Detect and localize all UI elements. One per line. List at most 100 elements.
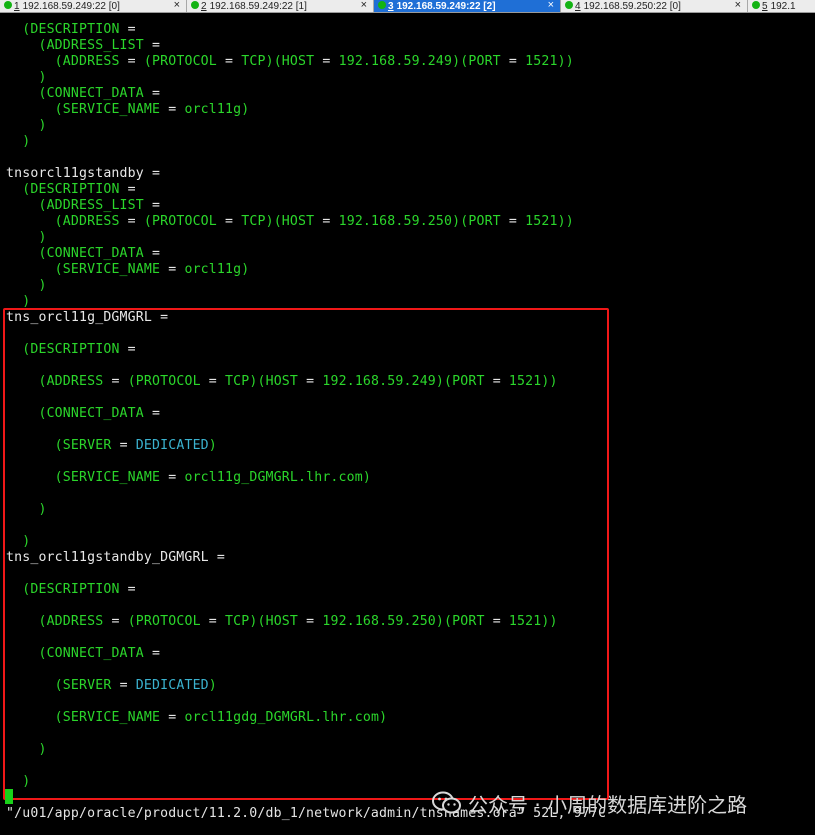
connected-status-icon bbox=[4, 1, 12, 9]
terminal-token: ) bbox=[38, 118, 47, 133]
terminal-line: (ADDRESS = (PROTOCOL = TCP)(HOST = 192.1… bbox=[6, 54, 574, 70]
close-icon[interactable]: × bbox=[361, 0, 367, 11]
tab-number: 1 bbox=[14, 0, 20, 12]
terminal-token: = bbox=[143, 86, 161, 101]
terminal-token: (PROTOCOL bbox=[127, 374, 201, 389]
terminal-line: (CONNECT_DATA = bbox=[6, 406, 160, 422]
connected-status-icon bbox=[378, 1, 386, 9]
connected-status-icon bbox=[191, 1, 199, 9]
terminal-line: (CONNECT_DATA = bbox=[6, 646, 160, 662]
terminal-line: tnsorcl11gstandby = bbox=[6, 166, 160, 182]
terminal-token: (SERVICE_NAME bbox=[54, 262, 161, 277]
terminal-token: ) bbox=[38, 278, 47, 293]
watermark-text: 公众号 · 小周的数据库进阶之路 bbox=[468, 792, 748, 817]
terminal-token: = bbox=[500, 214, 526, 229]
terminal-token: = bbox=[200, 614, 226, 629]
terminal-token: = bbox=[216, 54, 242, 69]
tab-host: 192.168.59.250:22 [0] bbox=[583, 0, 681, 12]
terminal-token: tns_orcl11gstandby_DGMGRL = bbox=[6, 550, 225, 565]
terminal-line: ) bbox=[6, 502, 47, 518]
terminal-token: ) bbox=[22, 134, 31, 149]
terminal-token: = bbox=[160, 102, 185, 117]
terminal-line: (DESCRIPTION = bbox=[6, 182, 136, 198]
tab-number: 3 bbox=[388, 0, 394, 12]
terminal-token: (SERVER bbox=[54, 678, 112, 693]
terminal-text-area[interactable]: (DESCRIPTION = (ADDRESS_LIST = (ADDRESS … bbox=[0, 14, 815, 821]
terminal-token: = bbox=[119, 582, 136, 597]
terminal-token: ) bbox=[38, 230, 47, 245]
terminal-token: (ADDRESS bbox=[38, 614, 104, 629]
terminal-line: (ADDRESS_LIST = bbox=[6, 198, 160, 214]
tab-session-3[interactable]: 3 192.168.59.249:22 [2] × bbox=[374, 0, 561, 12]
terminal-token: tns_orcl11g_DGMGRL = bbox=[6, 310, 169, 325]
terminal-token: = bbox=[103, 374, 128, 389]
terminal-line: ) bbox=[6, 534, 30, 550]
terminal-token: = bbox=[119, 182, 136, 197]
tab-number: 4 bbox=[575, 0, 581, 12]
terminal-line: ) bbox=[6, 774, 30, 790]
terminal-token: = bbox=[111, 678, 136, 693]
terminal-token: (CONNECT_DATA bbox=[38, 406, 144, 421]
close-icon[interactable]: × bbox=[174, 0, 180, 11]
terminal-token: orcl11gdg_DGMGRL.lhr.com) bbox=[184, 710, 388, 725]
terminal-token: = bbox=[143, 246, 161, 261]
terminal-token: (CONNECT_DATA bbox=[38, 246, 144, 261]
terminal-token: (CONNECT_DATA bbox=[38, 646, 144, 661]
terminal-token: TCP)(HOST bbox=[241, 214, 315, 229]
terminal-line: (ADDRESS_LIST = bbox=[6, 38, 160, 54]
terminal-line: (ADDRESS = (PROTOCOL = TCP)(HOST = 192.1… bbox=[6, 374, 558, 390]
terminal-token: = bbox=[200, 374, 226, 389]
tab-number: 2 bbox=[201, 0, 207, 12]
terminal-token: 192.168.59.250)(PORT bbox=[322, 614, 485, 629]
tab-session-4[interactable]: 4 192.168.59.250:22 [0] × bbox=[561, 0, 748, 12]
tab-session-5[interactable]: 5 192.1 bbox=[748, 0, 815, 12]
terminal-token: (SERVICE_NAME bbox=[54, 470, 161, 485]
terminal-token: ) bbox=[22, 774, 31, 789]
terminal-line: ) bbox=[6, 134, 30, 150]
terminal-token: ) bbox=[38, 742, 47, 757]
text-cursor bbox=[5, 789, 13, 804]
terminal-token: (PROTOCOL bbox=[127, 614, 201, 629]
terminal-line: tns_orcl11g_DGMGRL = bbox=[6, 310, 168, 326]
terminal-line: (SERVICE_NAME = orcl11g_DGMGRL.lhr.com) bbox=[6, 470, 371, 486]
terminal-line: (DESCRIPTION = bbox=[6, 582, 136, 598]
terminal-token: ) bbox=[208, 678, 217, 693]
terminal-line: (SERVICE_NAME = orcl11g) bbox=[6, 102, 250, 118]
terminal-token: = bbox=[160, 470, 185, 485]
close-icon[interactable]: × bbox=[735, 0, 741, 11]
terminal-token: (DESCRIPTION bbox=[22, 342, 120, 357]
terminal-line: tns_orcl11gstandby_DGMGRL = bbox=[6, 550, 225, 566]
terminal-token: = bbox=[119, 214, 144, 229]
terminal-token: = bbox=[119, 22, 136, 37]
tab-session-2[interactable]: 2 192.168.59.249:22 [1] × bbox=[187, 0, 374, 12]
tab-number: 5 bbox=[762, 0, 768, 12]
tab-session-1[interactable]: 1 192.168.59.249:22 [0] × bbox=[0, 0, 187, 12]
terminal-line: ) bbox=[6, 230, 47, 246]
terminal-token: (PROTOCOL bbox=[143, 214, 217, 229]
terminal-token: = bbox=[484, 374, 509, 389]
terminal-token: 1521)) bbox=[508, 374, 558, 389]
terminal-token: 192.168.59.250)(PORT bbox=[338, 214, 501, 229]
connected-status-icon bbox=[752, 1, 760, 9]
terminal-token: orcl11g) bbox=[184, 262, 250, 277]
terminal-token: = bbox=[119, 342, 136, 357]
close-icon[interactable]: × bbox=[548, 0, 554, 11]
terminal-line: (DESCRIPTION = bbox=[6, 342, 136, 358]
terminal-token: DEDICATED bbox=[135, 438, 209, 453]
terminal-token: = bbox=[484, 614, 509, 629]
terminal-token: 1521)) bbox=[525, 54, 574, 69]
